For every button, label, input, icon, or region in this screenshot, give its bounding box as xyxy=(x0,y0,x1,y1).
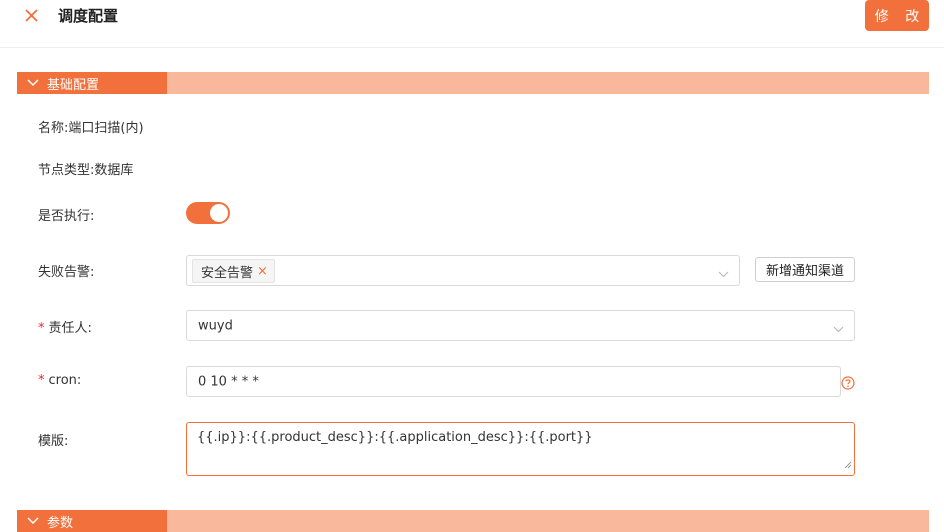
edit-button[interactable]: 修 改 xyxy=(865,0,929,31)
close-icon[interactable] xyxy=(22,6,42,26)
alert-select[interactable]: 安全告警 × xyxy=(186,255,740,286)
section-basic-config: 基础配置 xyxy=(17,72,929,94)
section-basic-config-label: 基础配置 xyxy=(47,77,100,93)
section-params: 参数 xyxy=(17,510,929,532)
cron-input[interactable]: 0 10 * * * xyxy=(186,366,841,397)
required-mark: * xyxy=(38,373,45,388)
cron-value: 0 10 * * * xyxy=(198,374,259,389)
chevron-down-icon xyxy=(27,76,47,91)
alert-tag-label: 安全告警 xyxy=(201,265,254,281)
section-basic-config-tab[interactable]: 基础配置 xyxy=(17,72,167,94)
resize-grip-icon[interactable] xyxy=(844,458,852,473)
owner-select[interactable]: wuyd xyxy=(186,310,855,341)
template-textarea[interactable]: {{.ip}}:{{.product_desc}}:{{.application… xyxy=(186,422,855,476)
chevron-down-icon xyxy=(833,322,844,337)
task-name: 名称:端口扫描(内) xyxy=(38,121,144,136)
cron-label: * cron: xyxy=(38,373,81,388)
cron-label-text: cron: xyxy=(48,373,82,388)
template-label: 模版: xyxy=(38,434,69,449)
page-header: 调度配置 修 改 xyxy=(0,0,944,48)
question-circle-icon[interactable] xyxy=(841,375,855,390)
execute-label: 是否执行: xyxy=(38,209,95,224)
execute-toggle[interactable] xyxy=(186,202,230,224)
alert-label: 失败告警: xyxy=(38,265,95,280)
chevron-down-icon xyxy=(27,514,47,529)
node-type: 节点类型:数据库 xyxy=(38,163,134,178)
toggle-knob xyxy=(210,204,228,222)
owner-label: * 责任人: xyxy=(38,317,92,336)
section-params-tab[interactable]: 参数 xyxy=(17,510,167,532)
alert-tag: 安全告警 × xyxy=(192,259,275,283)
add-channel-button[interactable]: 新增通知渠道 xyxy=(755,257,855,282)
tag-remove-icon[interactable]: × xyxy=(257,264,268,279)
required-mark: * xyxy=(38,321,45,336)
section-params-label: 参数 xyxy=(47,515,74,531)
owner-label-text: 责任人: xyxy=(48,321,92,336)
template-value: {{.ip}}:{{.product_desc}}:{{.application… xyxy=(197,430,593,445)
owner-value: wuyd xyxy=(198,318,233,333)
chevron-down-icon xyxy=(718,267,729,282)
page-title: 调度配置 xyxy=(58,7,119,25)
